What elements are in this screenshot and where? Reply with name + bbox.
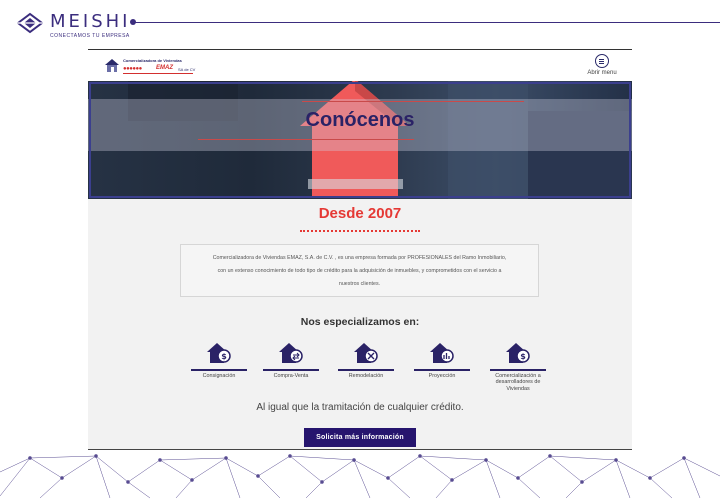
svg-text:$: $ <box>221 352 227 361</box>
since-heading: Desde 2007 <box>318 205 402 222</box>
house-money-icon: $ <box>207 343 231 363</box>
site-header: Comercializadora de Viviendas ●●●●●● EMA… <box>88 50 632 81</box>
about-line: con un extenso conocimiento de todo tipo… <box>217 268 502 274</box>
emaz-logo[interactable]: Comercializadora de Viviendas ●●●●●● EMA… <box>104 56 214 76</box>
service-compra-venta[interactable]: Compra-Venta <box>263 341 319 379</box>
house-tools-icon <box>354 343 378 363</box>
service-label: Proyección <box>428 372 456 379</box>
logo-underline <box>123 73 193 74</box>
dotted-divider <box>300 230 420 232</box>
logo-mark: EMAZ <box>156 65 173 71</box>
open-menu-label: Abrir menu <box>587 70 617 76</box>
network-pattern <box>0 454 720 499</box>
about-line: Comercializadora de Viviendas EMAZ, S.A.… <box>212 255 507 261</box>
logo-company-name: Comercializadora de Viviendas <box>123 58 182 63</box>
service-remodelacion[interactable]: Remodelación <box>338 341 394 379</box>
credit-text: Al igual que la tramitación de cualquier… <box>256 402 464 413</box>
brand-divider-line <box>131 22 720 23</box>
hero-frame-border <box>89 82 631 198</box>
brand-name: MEISHI <box>50 11 131 32</box>
logo-suffix: SA de CV <box>178 67 196 72</box>
house-dollar-icon: $ <box>506 343 530 363</box>
open-menu-button[interactable]: Abrir menu <box>582 54 622 78</box>
service-label: Consignación <box>202 372 236 379</box>
service-proyeccion[interactable]: Proyección <box>414 341 470 379</box>
specialties-heading: Nos especializamos en: <box>300 316 420 328</box>
website-frame: Comercializadora de Viviendas ●●●●●● EMA… <box>88 49 632 450</box>
request-info-button[interactable]: Solicita más información <box>304 428 416 447</box>
meishi-brand[interactable]: MEISHI CONECTAMOS TU EMPRESA <box>16 12 130 39</box>
services-row: $ Consignación Compra-Venta Remodelación… <box>188 341 548 401</box>
svg-text:$: $ <box>520 352 526 361</box>
about-box: Comercializadora de Viviendas EMAZ, S.A.… <box>180 244 539 297</box>
service-consignacion[interactable]: $ Consignación <box>191 341 247 379</box>
house-logo-icon <box>105 59 119 72</box>
meishi-logo-icon <box>16 12 44 34</box>
screenshot-canvas: MEISHI CONECTAMOS TU EMPRESA Comercializ… <box>0 0 720 500</box>
about-line: nuestros clientes. <box>338 281 381 287</box>
service-comercializacion[interactable]: $ Comercialización a desarrolladores de … <box>488 341 548 392</box>
brand-tagline: CONECTAMOS TU EMPRESA <box>50 33 130 39</box>
hamburger-circle-icon <box>595 54 609 68</box>
hero-banner: Conócenos <box>88 81 632 199</box>
service-label: Comercialización a desarrolladores de Vi… <box>495 372 541 392</box>
service-label: Remodelación <box>348 372 384 379</box>
logo-dots: ●●●●●● <box>123 66 142 72</box>
house-exchange-icon <box>279 343 303 363</box>
house-plan-icon <box>430 343 454 363</box>
service-label: Compra-Venta <box>273 372 309 379</box>
